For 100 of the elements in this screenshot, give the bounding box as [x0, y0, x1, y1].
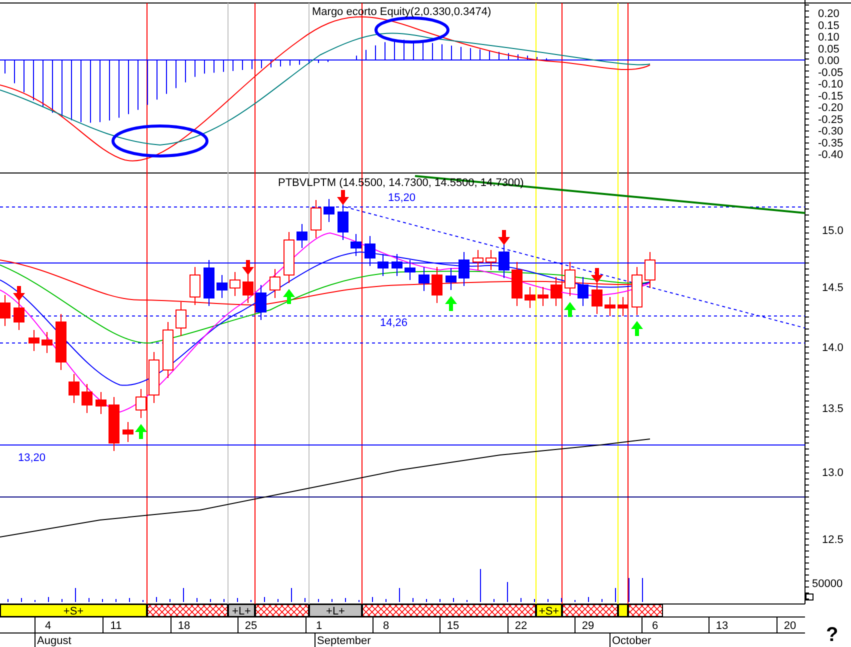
date-label: 22 [514, 620, 528, 632]
candlestick [364, 236, 376, 266]
date-label: 25 [244, 620, 258, 632]
candlestick [458, 252, 470, 286]
candlestick [404, 260, 416, 280]
candlestick [632, 266, 642, 316]
candlestick [338, 204, 348, 240]
candlestick [230, 272, 240, 296]
axis-tick-label: 0.10 [818, 32, 840, 44]
candlestick [284, 232, 294, 284]
candlestick [108, 396, 120, 452]
axis-tick-label: 13.5 [822, 403, 844, 415]
candlestick [68, 374, 80, 404]
month-label: October [612, 635, 652, 647]
candlestick [148, 352, 160, 404]
candlestick [270, 268, 280, 298]
axis-tick-label: -0.05 [818, 66, 844, 79]
down-arrow-icon [242, 260, 254, 275]
candlestick [0, 294, 10, 326]
up-arrow-icon [283, 289, 295, 304]
axis-tick-label: 50000 [812, 578, 843, 590]
candlestick [310, 200, 322, 238]
axis-tick-label: 14.5 [822, 282, 844, 294]
candlestick [122, 422, 134, 442]
candlestick [242, 274, 254, 304]
up-arrow-icon [631, 321, 643, 336]
axis-tick-label: 14.0 [822, 342, 844, 354]
candlestick [550, 276, 562, 306]
axis-tick-label: -0.15 [818, 90, 844, 102]
axis-tick-label: -0.35 [818, 137, 844, 150]
axis-tick-label: 0.15 [818, 20, 840, 32]
candlestick [350, 234, 362, 256]
price-level-label: 15,20 [388, 192, 416, 204]
signal-segment: +S+ [536, 604, 562, 618]
candlestick [538, 286, 548, 306]
help-mark: ? [826, 624, 838, 646]
candlestick [604, 296, 616, 316]
down-arrow-icon [13, 286, 25, 301]
price-level-label: 14,26 [380, 317, 408, 329]
candlestick [256, 284, 266, 320]
signal-segment: +L+ [309, 604, 362, 618]
axis-tick-label: 15.0 [822, 225, 844, 237]
up-arrow-icon [445, 296, 457, 311]
down-arrow-icon [591, 268, 603, 283]
candlestick [564, 262, 576, 296]
date-label: 4 [44, 620, 52, 632]
candlestick [392, 254, 402, 276]
candlestick [56, 314, 66, 370]
candlestick [524, 286, 536, 308]
candlestick [82, 384, 92, 414]
candlestick [418, 266, 430, 292]
candlestick [296, 224, 308, 248]
axis-tick-label: 13.0 [822, 467, 844, 479]
axis-tick-label: 0.05 [818, 43, 840, 56]
candlestick [512, 262, 522, 306]
month-label: August [37, 635, 72, 647]
candlestick [378, 254, 388, 276]
axis-tick-label: -0.20 [818, 102, 844, 114]
candlestick [136, 388, 146, 418]
date-label: 8 [382, 620, 390, 632]
candlestick [644, 252, 656, 288]
price-level-label: 13,20 [18, 452, 46, 464]
candlestick [190, 266, 200, 306]
candlestick [28, 330, 40, 352]
candlestick [472, 250, 484, 270]
date-label: 11 [110, 620, 122, 632]
candlestick [14, 300, 24, 330]
candlestick [176, 302, 186, 336]
down-arrow-icon [337, 190, 349, 205]
date-label: 20 [784, 620, 796, 632]
candlestick [162, 322, 174, 378]
date-label: 13 [716, 620, 728, 632]
candlestick [498, 244, 510, 278]
candlestick [96, 392, 106, 414]
up-arrow-icon [135, 424, 147, 439]
candlestick [592, 282, 602, 314]
square-icon [806, 594, 814, 600]
axis-tick-label: -0.10 [818, 78, 844, 90]
candlestick [432, 266, 442, 304]
candlestick [578, 276, 588, 306]
candlestick [486, 250, 496, 270]
date-label: 1 [316, 620, 322, 632]
candlestick [216, 274, 228, 298]
axis-tick-label: -0.30 [818, 126, 844, 138]
axis-tick-label: 0.20 [818, 8, 840, 20]
candlestick [324, 198, 334, 222]
down-arrow-icon [498, 230, 510, 245]
axis-tick-label: 12.5 [822, 534, 844, 546]
candlestick [204, 260, 214, 306]
candlestick [618, 296, 628, 316]
axis-tick-label: -0.25 [818, 114, 844, 126]
date-label: 15 [446, 620, 460, 632]
signal-segment: +L+ [228, 604, 255, 618]
axis-tick-label: -0.40 [818, 149, 844, 161]
signal-segment: +S+ [0, 604, 147, 618]
month-label: September [317, 635, 371, 647]
date-label: 6 [652, 620, 658, 632]
date-label: 29 [582, 620, 594, 632]
date-label: 18 [178, 620, 190, 632]
up-arrow-icon [564, 302, 576, 317]
